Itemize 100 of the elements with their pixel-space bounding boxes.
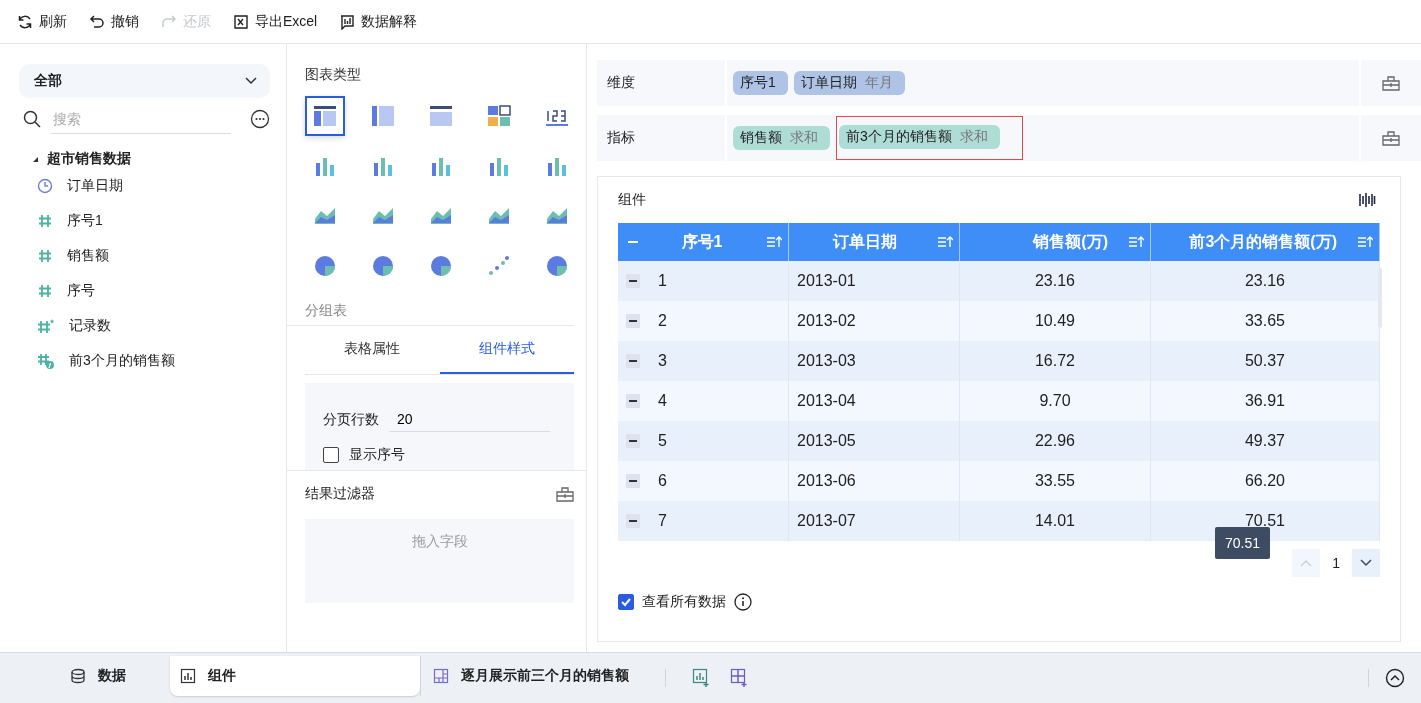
more-icon[interactable] <box>250 109 270 129</box>
page-number: 1 <box>1332 555 1340 571</box>
collapse-up-icon[interactable] <box>1385 668 1405 688</box>
toolbox-icon[interactable] <box>1382 75 1400 91</box>
field-label: 分页行数 <box>323 410 379 429</box>
checkbox-label: 查看所有数据 <box>642 593 726 611</box>
checkbox[interactable] <box>618 594 634 610</box>
dataset-name: 超市销售数据 <box>47 150 131 168</box>
sort-icon[interactable] <box>1128 235 1144 249</box>
table-cell: 2013-05 <box>788 421 960 461</box>
field-item[interactable]: 销售额 <box>19 238 270 273</box>
search-icon <box>23 110 41 128</box>
barcode-chart-icon[interactable] <box>1358 191 1376 209</box>
table-cell: 6 <box>618 461 789 501</box>
table-cell: 7 <box>618 501 789 541</box>
collapse-icon[interactable] <box>626 354 640 368</box>
field-item[interactable]: 记录数 <box>19 308 270 343</box>
toolbar-button[interactable]: 刷新 <box>17 12 67 31</box>
next-page-button[interactable] <box>1352 549 1380 577</box>
shelf-label: 维度 <box>597 60 727 106</box>
shelf-label: 指标 <box>597 115 727 161</box>
refresh-icon <box>17 13 33 30</box>
table-cell: 2 <box>618 301 789 341</box>
toolbox-icon[interactable] <box>1382 130 1400 146</box>
sort-icon[interactable] <box>1357 235 1373 249</box>
collapse-icon[interactable] <box>626 434 640 448</box>
hash-icon <box>37 212 53 229</box>
toolbar-button[interactable]: 数据解释 <box>339 12 418 31</box>
collapse-icon[interactable] <box>626 274 640 288</box>
section-title: 图表类型 <box>305 66 361 82</box>
pie-chart-icon <box>312 253 338 279</box>
table-cell: 33.55 <box>959 461 1151 501</box>
table-cell: 2013-04 <box>788 381 960 421</box>
checkbox[interactable] <box>323 447 339 463</box>
toolbar-button[interactable]: 撤销 <box>89 12 139 31</box>
table-cell: 2013-03 <box>788 341 960 381</box>
table-cell: 2013-06 <box>788 461 960 501</box>
redo-icon <box>161 13 177 30</box>
table-cell: 23.16 <box>959 261 1151 301</box>
bottom-tab[interactable]: 逐月展示前三个月的销售额 <box>420 656 639 696</box>
table-cell: 23.16 <box>1150 261 1380 301</box>
search-field[interactable]: 搜索 <box>51 104 231 134</box>
expand-triangle-icon[interactable] <box>31 155 39 163</box>
undo-icon <box>89 13 105 30</box>
calculated-field-icon <box>37 352 55 369</box>
rows-per-page-field[interactable]: 20 <box>389 407 550 432</box>
component-title: 组件 <box>618 191 646 209</box>
collapse-icon[interactable] <box>626 314 640 328</box>
sort-icon[interactable] <box>766 235 782 249</box>
table-cell: 22.96 <box>959 421 1151 461</box>
hash-icon <box>37 247 53 264</box>
hash-icon <box>37 282 53 299</box>
chart-type-name: 分组表 <box>305 302 348 320</box>
table-cell: 2013-02 <box>788 301 960 341</box>
collapse-icon[interactable] <box>626 474 640 488</box>
table-cell: 50.37 <box>1150 341 1380 381</box>
table-cell: 66.20 <box>1150 461 1380 501</box>
sort-icon[interactable] <box>937 235 953 249</box>
add-dashboard-icon[interactable] <box>730 668 750 688</box>
table-cell: 1 <box>618 261 789 301</box>
field-pill[interactable]: 销售额 求和 <box>733 126 830 150</box>
table-cell: 10.49 <box>959 301 1151 341</box>
field-item[interactable]: 序号1 <box>19 203 270 238</box>
toolbar-button[interactable]: 导出Excel <box>233 12 318 31</box>
field-pill[interactable]: 序号1 <box>733 71 788 95</box>
field-pill[interactable]: 订单日期 年月 <box>793 71 905 95</box>
tab[interactable]: 表格属性 <box>305 326 440 374</box>
field-item[interactable]: 序号 <box>19 273 270 308</box>
field-pill[interactable]: 前3个月的销售额 求和 <box>839 125 1000 149</box>
excel-icon <box>233 13 249 30</box>
table-cell: 5 <box>618 421 789 461</box>
table-chart-icon <box>312 103 338 129</box>
database-icon <box>70 668 86 684</box>
bottom-tab[interactable]: 数据 <box>60 656 170 696</box>
table-cell: 14.01 <box>959 501 1151 541</box>
toolbox-icon[interactable] <box>556 486 574 502</box>
tab[interactable]: 组件样式 <box>439 326 574 374</box>
chart-explain-icon <box>339 13 356 30</box>
collapse-icon[interactable] <box>626 394 640 408</box>
info-icon[interactable] <box>734 593 752 611</box>
table-cell: 9.70 <box>959 381 1151 421</box>
table-cell: 33.65 <box>1150 301 1380 341</box>
dataset-dropdown[interactable]: 全部 <box>19 64 270 98</box>
bottom-tab[interactable]: 组件 <box>170 656 420 696</box>
table-cell: 2013-01 <box>788 261 960 301</box>
table-cell: 2013-07 <box>788 501 960 541</box>
table-cell: 49.37 <box>1150 421 1380 461</box>
field-item[interactable]: 前3个月的销售额 <box>19 343 270 378</box>
chart-type-button[interactable] <box>305 96 345 136</box>
table-cell: 4 <box>618 381 789 421</box>
field-item[interactable]: 订单日期 <box>19 168 270 203</box>
add-component-icon[interactable] <box>692 668 712 688</box>
table-cell: 16.72 <box>959 341 1151 381</box>
collapse-icon[interactable] <box>626 514 640 528</box>
chart-icon <box>180 668 196 684</box>
checkbox-label: 显示序号 <box>349 446 405 464</box>
hash-star-icon <box>37 317 55 334</box>
table-cell: 3 <box>618 341 789 381</box>
clock-icon <box>37 177 53 194</box>
kpi-card-icon <box>486 103 512 129</box>
